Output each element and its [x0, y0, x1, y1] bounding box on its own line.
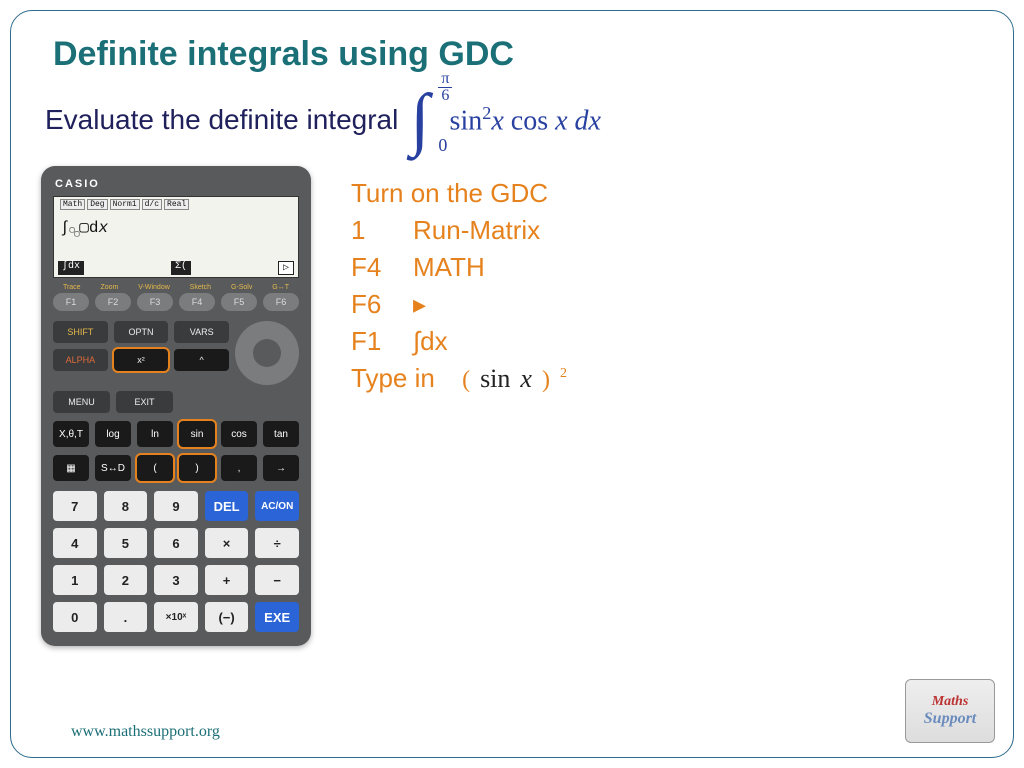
dpad[interactable] [235, 321, 299, 385]
instructions: Turn on the GDC 1 Run-Matrix F4 MATH F6 … [351, 166, 983, 646]
log-key[interactable]: log [95, 421, 131, 447]
key-sub[interactable]: − [255, 565, 299, 595]
screen-body: ∫▢▢▢dx [60, 217, 108, 239]
arrow-key[interactable]: → [263, 455, 299, 481]
footer-url: www.mathssupport.org [71, 723, 220, 741]
screen-softkeys: ∫dx Σ( ▷ [58, 261, 294, 275]
instr-math: F4 MATH [351, 252, 983, 283]
key-add[interactable]: + [205, 565, 249, 595]
alpha-key[interactable]: ALPHA [53, 349, 108, 371]
problem-prompt: Evaluate the definite integral ∫ π 6 0 s… [45, 92, 983, 148]
key-5[interactable]: 5 [104, 528, 148, 558]
del-key[interactable]: DEL [205, 491, 249, 521]
mid-keys: SHIFT OPTN VARS ALPHA x² ^ [53, 321, 229, 385]
calculator-screen: Math Deg Norm1 d/c Real ∫▢▢▢dx ∫dx Σ( ▷ [53, 196, 299, 278]
cos-key[interactable]: cos [221, 421, 257, 447]
xthetat-key[interactable]: X,θ,T [53, 421, 89, 447]
ln-key[interactable]: ln [137, 421, 173, 447]
integral-sign-icon: ∫ [410, 92, 429, 148]
key-7[interactable]: 7 [53, 491, 97, 521]
key-4[interactable]: 4 [53, 528, 97, 558]
rparen-key[interactable]: ) [179, 455, 215, 481]
integral-expression: ∫ π 6 0 sin2x cos x dx [410, 92, 601, 148]
f5-key[interactable]: F5 [221, 293, 257, 311]
optn-key[interactable]: OPTN [114, 321, 169, 343]
f-key-labels: TraceZoomV-WindowSketchG-SolvG↔T [53, 284, 299, 291]
key-9[interactable]: 9 [154, 491, 198, 521]
key-2[interactable]: 2 [104, 565, 148, 595]
calculator-device: CASIO Math Deg Norm1 d/c Real ∫▢▢▢dx ∫dx… [41, 166, 311, 646]
screen-status-tabs: Math Deg Norm1 d/c Real [60, 199, 189, 210]
maths-support-logo: Maths Support [905, 679, 995, 743]
prompt-text: Evaluate the definite integral [45, 104, 398, 136]
lower-limit: 0 [438, 135, 447, 156]
exe-key[interactable]: EXE [255, 602, 299, 632]
slide-frame: Definite integrals using GDC Evaluate th… [10, 10, 1014, 758]
sci-row-2: ▦ S↔D ( ) , → [53, 455, 299, 481]
key-dot[interactable]: . [104, 602, 148, 632]
key-mul[interactable]: × [205, 528, 249, 558]
f2-key[interactable]: F2 [95, 293, 131, 311]
numpad: 7 8 9 DEL AC/ON 4 5 6 × ÷ 1 2 3 + − 0 . … [53, 491, 299, 632]
f-keys-row: F1 F2 F3 F4 F5 F6 [53, 293, 299, 311]
key-neg[interactable]: (−) [205, 602, 249, 632]
instr-f1: F1 ∫dx [351, 326, 983, 357]
f1-key[interactable]: F1 [53, 293, 89, 311]
lparen-key[interactable]: ( [137, 455, 173, 481]
instr-run-matrix: 1 Run-Matrix [351, 215, 983, 246]
key-3[interactable]: 3 [154, 565, 198, 595]
key-8[interactable]: 8 [104, 491, 148, 521]
page-title: Definite integrals using GDC [53, 35, 983, 74]
key-1[interactable]: 1 [53, 565, 97, 595]
key-div[interactable]: ÷ [255, 528, 299, 558]
instr-typein: Type in ( sin x ) 2 [351, 363, 983, 394]
triangle-right-icon: ▸ [413, 289, 426, 320]
tan-key[interactable]: tan [263, 421, 299, 447]
f4-key[interactable]: F4 [179, 293, 215, 311]
x-squared-key[interactable]: x² [114, 349, 169, 371]
key-0[interactable]: 0 [53, 602, 97, 632]
shift-key[interactable]: SHIFT [53, 321, 108, 343]
key-6[interactable]: 6 [154, 528, 198, 558]
key-exp[interactable]: ×10ˣ [154, 602, 198, 632]
sd-key[interactable]: S↔D [95, 455, 131, 481]
frac-key[interactable]: ▦ [53, 455, 89, 481]
sci-row-1: X,θ,T log ln sin cos tan [53, 421, 299, 447]
instr-f6: F6 ▸ [351, 289, 983, 320]
caret-key[interactable]: ^ [174, 349, 229, 371]
sin-key[interactable]: sin [179, 421, 215, 447]
ac-key[interactable]: AC/ON [255, 491, 299, 521]
f3-key[interactable]: F3 [137, 293, 173, 311]
menu-key[interactable]: MENU [53, 391, 110, 413]
integrand: sin2x cos x dx [450, 103, 601, 137]
exit-key[interactable]: EXIT [116, 391, 173, 413]
comma-key[interactable]: , [221, 455, 257, 481]
upper-limit: π 6 [438, 72, 452, 104]
f6-key[interactable]: F6 [263, 293, 299, 311]
instr-turn-on: Turn on the GDC [351, 178, 983, 209]
vars-key[interactable]: VARS [174, 321, 229, 343]
calculator-brand: CASIO [55, 178, 299, 190]
